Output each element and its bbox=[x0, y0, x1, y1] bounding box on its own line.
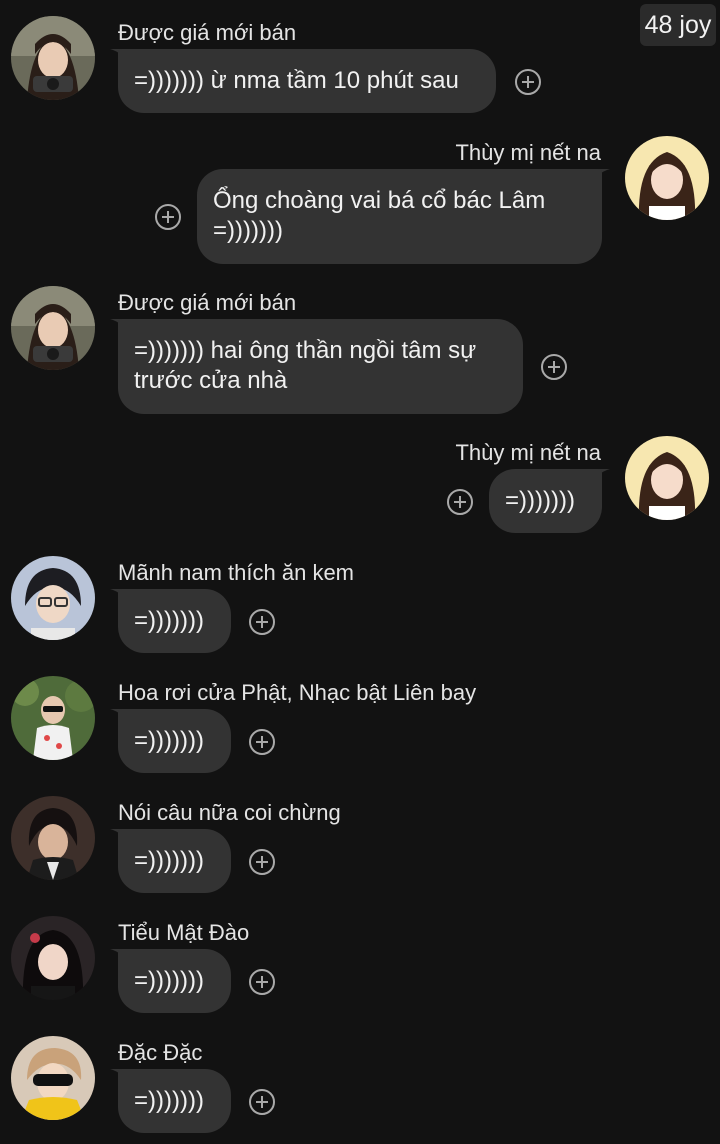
add-reaction-button[interactable] bbox=[249, 849, 275, 875]
avatar[interactable] bbox=[625, 436, 709, 520]
add-reaction-button[interactable] bbox=[447, 489, 473, 515]
avatar[interactable] bbox=[11, 916, 95, 1000]
sender-name: Được giá mới bán bbox=[118, 20, 297, 45]
message-text: =))))))) bbox=[134, 967, 204, 994]
message-bubble[interactable]: =))))))) bbox=[489, 469, 602, 533]
message-text: Ổng choàng vai bá cổ bác Lâm =))))))) bbox=[213, 187, 546, 244]
sender-name: Được giá mới bán bbox=[118, 290, 297, 315]
message-text: =))))))) hai ông thần ngồi tâm sự trước … bbox=[134, 337, 477, 394]
sender-name: Tiểu Mật Đào bbox=[118, 920, 250, 945]
message-bubble[interactable]: Ổng choàng vai bá cổ bác Lâm =))))))) bbox=[197, 169, 602, 264]
message-text: =))))))) bbox=[134, 727, 204, 754]
message-text: =))))))) ừ nma tầm 10 phút sau bbox=[134, 67, 459, 94]
add-reaction-button[interactable] bbox=[155, 204, 181, 230]
add-reaction-button[interactable] bbox=[249, 1089, 275, 1115]
avatar[interactable] bbox=[11, 286, 95, 370]
add-reaction-button[interactable] bbox=[515, 69, 541, 95]
add-reaction-button[interactable] bbox=[541, 354, 567, 380]
sender-name: Mãnh nam thích ăn kem bbox=[118, 560, 355, 585]
message-bubble[interactable]: =))))))) bbox=[118, 709, 231, 773]
message-bubble[interactable]: =))))))) hai ông thần ngồi tâm sự trước … bbox=[118, 319, 523, 414]
add-reaction-button[interactable] bbox=[249, 729, 275, 755]
add-reaction-button[interactable] bbox=[249, 609, 275, 635]
avatar[interactable] bbox=[11, 676, 95, 760]
message-text: =))))))) bbox=[505, 487, 575, 514]
joy-badge[interactable]: 48 joy bbox=[640, 4, 716, 46]
sender-name: Hoa rơi cửa Phật, Nhạc bật Liên bay bbox=[118, 680, 477, 705]
message-text: =))))))) bbox=[134, 607, 204, 634]
avatar[interactable] bbox=[11, 16, 95, 100]
message-bubble[interactable]: =))))))) bbox=[118, 589, 231, 653]
message-bubble[interactable]: =))))))) bbox=[118, 949, 231, 1013]
message-bubble[interactable]: =))))))) bbox=[118, 1069, 231, 1133]
add-reaction-button[interactable] bbox=[249, 969, 275, 995]
avatar[interactable] bbox=[11, 796, 95, 880]
avatar[interactable] bbox=[625, 136, 709, 220]
message-bubble[interactable]: =))))))) bbox=[118, 829, 231, 893]
message-bubble[interactable]: =))))))) ừ nma tầm 10 phút sau bbox=[118, 49, 496, 113]
avatar[interactable] bbox=[11, 556, 95, 640]
sender-name: Nói câu nữa coi chừng bbox=[118, 800, 341, 825]
avatar[interactable] bbox=[11, 1036, 95, 1120]
sender-name: Đặc Đặc bbox=[118, 1040, 203, 1065]
sender-name: Thùy mị nết na bbox=[455, 140, 601, 165]
message-text: =))))))) bbox=[134, 1087, 204, 1114]
message-text: =))))))) bbox=[134, 847, 204, 874]
sender-name: Thùy mị nết na bbox=[455, 440, 601, 465]
